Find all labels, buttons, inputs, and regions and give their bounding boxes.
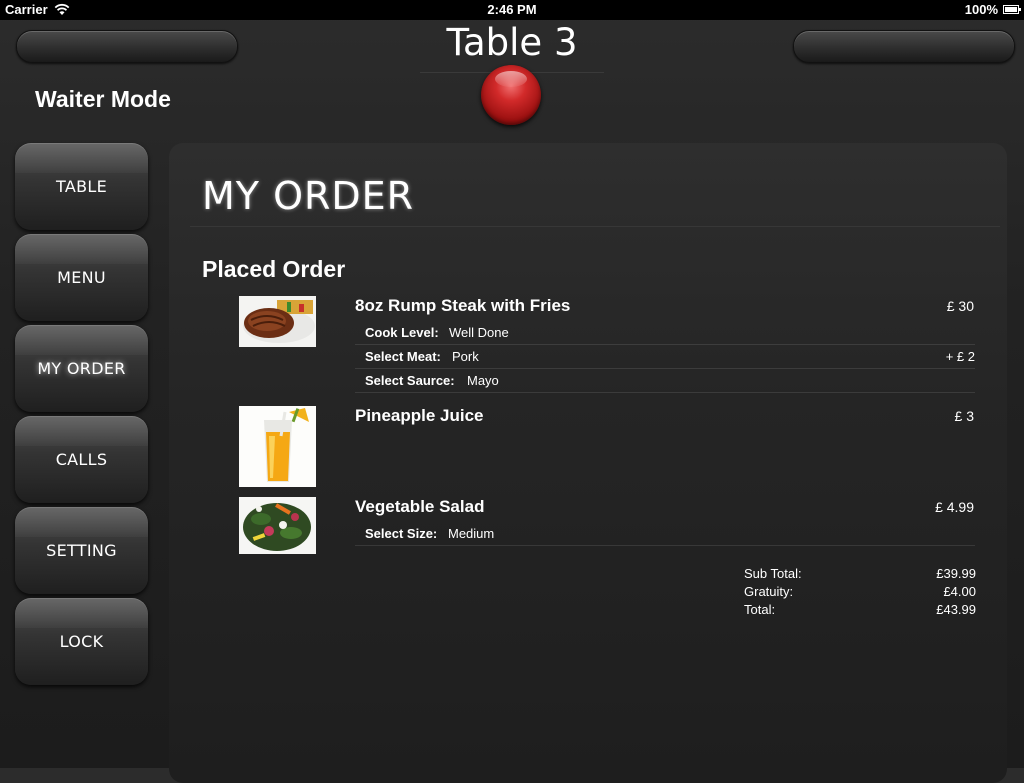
battery-icon: [1003, 5, 1021, 14]
gratuity-value: £4.00: [943, 584, 976, 599]
option-value: Pork: [452, 349, 479, 364]
subtotal-label: Sub Total:: [744, 566, 802, 581]
status-bar: Carrier 2:46 PM 100%: [0, 0, 1024, 20]
sidebar-item-calls[interactable]: CALLS: [15, 416, 148, 503]
order-option-row: Select Meat: Pork + £ 2: [355, 344, 975, 369]
subtotal-value: £39.99: [936, 566, 976, 581]
sidebar-item-label: MENU: [57, 268, 106, 287]
call-red-button[interactable]: [481, 65, 541, 125]
sidebar-item-label: TABLE: [56, 177, 107, 196]
option-value: Well Done: [449, 325, 509, 340]
total-row: Total: £43.99: [744, 602, 976, 620]
clock: 2:46 PM: [487, 2, 537, 17]
sidebar-item-menu[interactable]: MENU: [15, 234, 148, 321]
steak-photo: [239, 296, 316, 347]
sidebar-item-label: CALLS: [55, 450, 108, 469]
order-option-row: Cook Level: Well Done: [355, 320, 975, 345]
option-label: Select Saurce:: [365, 373, 455, 388]
gratuity-row: Gratuity: £4.00: [744, 584, 976, 602]
sidebar-item-setting[interactable]: SETTING: [15, 507, 148, 594]
page-title: MY ORDER: [202, 174, 415, 218]
order-option-row: Select Saurce: Mayo: [355, 368, 975, 393]
section-heading: Placed Order: [202, 256, 346, 282]
subtotal-row: Sub Total: £39.99: [744, 566, 976, 584]
total-label: Total:: [744, 602, 776, 617]
sidebar-item-label: SETTING: [46, 541, 117, 560]
order-item-name: Pineapple Juice: [355, 406, 484, 425]
sidebar-item-label: MY ORDER: [37, 359, 126, 378]
option-value: Medium: [448, 526, 495, 541]
total-value: £43.99: [936, 602, 976, 617]
juice-photo: [239, 406, 316, 487]
option-value: Mayo: [467, 373, 499, 388]
sidebar-item-table[interactable]: TABLE: [15, 143, 148, 230]
order-item-name: 8oz Rump Steak with Fries: [355, 296, 571, 315]
sidebar-item-my-order[interactable]: MY ORDER: [15, 325, 148, 412]
option-label: Select Size:: [365, 526, 438, 541]
mode-label: Waiter Mode: [35, 86, 171, 112]
gratuity-label: Gratuity:: [744, 584, 794, 599]
order-item-name: Vegetable Salad: [355, 497, 485, 516]
option-label: Cook Level:: [365, 325, 439, 340]
option-extra-price: + £ 2: [945, 349, 975, 364]
sidebar-item-label: LOCK: [59, 632, 104, 651]
order-item-price: £ 3: [954, 408, 974, 424]
table-title: Table 3: [446, 21, 578, 64]
option-label: Select Meat:: [365, 349, 441, 364]
order-item-price: £ 30: [946, 298, 974, 314]
order-option-row: Select Size: Medium: [355, 521, 975, 546]
page-title-divider: [190, 226, 1000, 227]
salad-photo: [239, 497, 316, 554]
sidebar-item-lock[interactable]: LOCK: [15, 598, 148, 685]
order-item-price: £ 4.99: [935, 499, 974, 515]
order-totals: Sub Total: £39.99 Gratuity: £4.00 Total:…: [744, 566, 976, 620]
battery-percent: 100%: [964, 2, 998, 17]
